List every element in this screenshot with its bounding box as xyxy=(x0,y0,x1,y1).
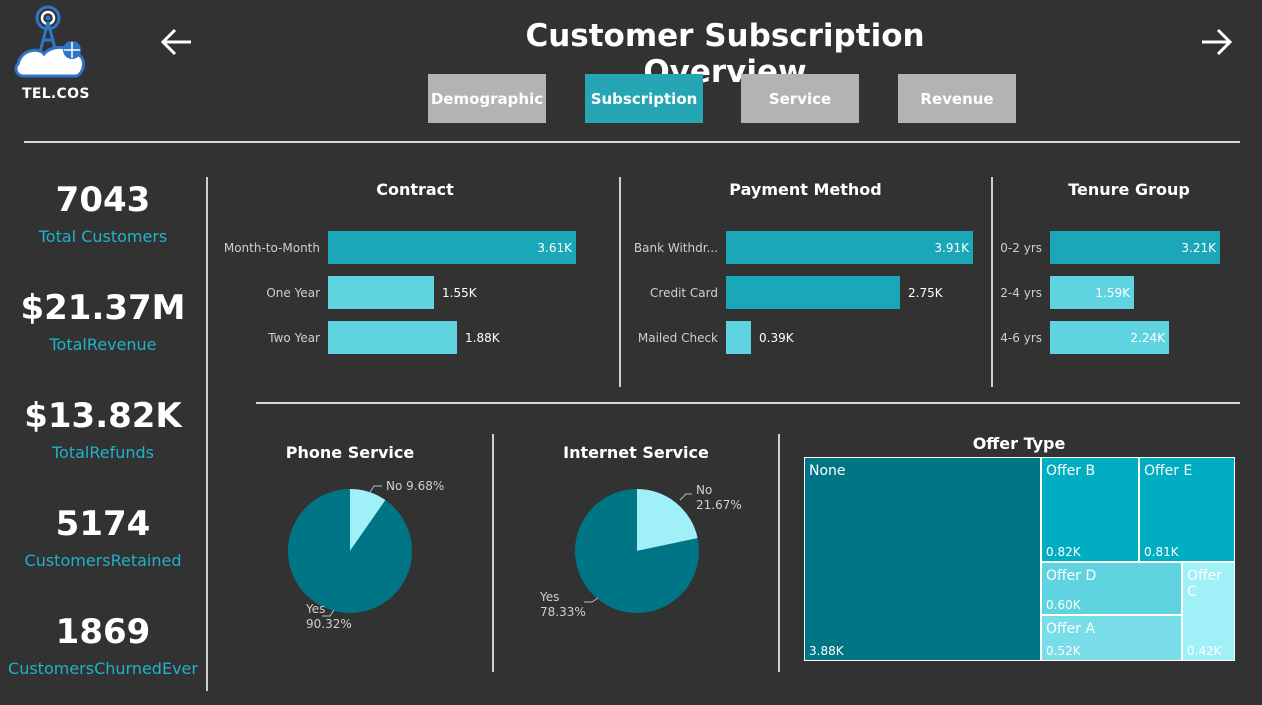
offer-type-tile-label: Offer B xyxy=(1046,463,1096,479)
brand-name: TEL.COS xyxy=(22,86,90,102)
phone-service-slice-label: Yes xyxy=(305,602,325,616)
offer-type-tile-offer-a[interactable]: Offer A 0.52K xyxy=(1041,615,1182,661)
internet-service-leader-line xyxy=(679,493,692,501)
pie-divider-2 xyxy=(778,434,780,672)
offer-type-tile-label: None xyxy=(809,463,846,479)
arrow-right-icon[interactable] xyxy=(1200,27,1234,57)
kpi-total-refunds-value: $13.82K xyxy=(24,396,182,436)
phone-service-leader-line xyxy=(369,485,382,493)
tab-service[interactable]: Service xyxy=(741,74,859,123)
arrow-left-icon[interactable] xyxy=(159,27,193,57)
payment-method-chart-title: Payment Method xyxy=(729,180,882,199)
payment-method-category-label: Credit Card xyxy=(650,286,718,300)
internet-service-leader-line xyxy=(584,597,599,603)
internet-service-pie-chart: No21.67% Yes78.33% xyxy=(539,483,742,619)
payment-method-data-label: 2.75K xyxy=(908,286,943,300)
offer-type-tile-value: 0.42K xyxy=(1187,644,1222,658)
internet-service-slice-label: 78.33% xyxy=(540,605,586,619)
telcos-logo-icon xyxy=(14,5,85,78)
tenure-group-category-label: 0-2 yrs xyxy=(1000,241,1042,255)
contract-category-label: Two Year xyxy=(268,331,320,345)
kpi-customers-retained-label: CustomersRetained xyxy=(24,551,182,570)
internet-service-slice-label: 21.67% xyxy=(696,498,742,512)
tenure-group-category-label: 4-6 yrs xyxy=(1000,331,1042,345)
tenure-group-data-label: 1.59K xyxy=(1095,286,1130,300)
kpi-total-revenue-value: $21.37M xyxy=(20,288,186,328)
contract-data-label: 1.88K xyxy=(465,331,500,345)
kpi-customers-retained-value: 5174 xyxy=(55,504,151,544)
tab-subscription[interactable]: Subscription xyxy=(585,74,703,123)
internet-service-slice-label: Yes xyxy=(539,590,559,604)
internet-service-slice-label: No xyxy=(696,483,712,497)
contract-bar-two-year[interactable] xyxy=(328,321,457,354)
tab-revenue[interactable]: Revenue xyxy=(898,74,1016,123)
tenure-group-category-label: 2-4 yrs xyxy=(1000,286,1042,300)
offer-type-tile-label: Offer E xyxy=(1144,463,1193,479)
payment-method-bar-mailed-check[interactable] xyxy=(726,321,751,354)
kpi-customers-churned-label: CustomersChurnedEver xyxy=(8,659,198,678)
tenure-group-data-label: 2.24K xyxy=(1130,331,1165,345)
pie-divider-1 xyxy=(492,434,494,672)
offer-type-tile-value: 0.60K xyxy=(1046,598,1081,612)
offer-type-tile-value: 0.52K xyxy=(1046,644,1081,658)
payment-method-data-label: 3.91K xyxy=(934,241,969,255)
offer-type-tile-offer-d[interactable]: Offer D 0.60K xyxy=(1041,562,1182,615)
chart-divider-2 xyxy=(991,177,993,387)
offer-type-tile-label: Offer A xyxy=(1046,621,1096,637)
kpi-total-refunds-label: TotalRefunds xyxy=(51,443,154,462)
contract-bar-chart: Contract Month-to-Month 3.61K One Year 1.55… xyxy=(220,180,610,380)
contract-category-label: One Year xyxy=(266,286,320,300)
contract-data-label: 3.61K xyxy=(537,241,572,255)
internet-service-chart-title: Internet Service xyxy=(563,443,709,462)
offer-type-tile-offer-b[interactable]: Offer B 0.82K xyxy=(1041,457,1139,562)
phone-service-pie-chart: No 9.68% Yes90.32% xyxy=(288,479,444,631)
tenure-group-chart-title: Tenure Group xyxy=(1068,180,1190,199)
offer-type-tile-label: Offer C xyxy=(1187,568,1223,600)
payment-method-data-label: 0.39K xyxy=(759,331,794,345)
kpi-customers-churned-value: 1869 xyxy=(55,612,151,652)
contract-data-label: 1.55K xyxy=(442,286,477,300)
phone-service-slice-yes[interactable] xyxy=(288,489,412,613)
offer-type-treemap: None 3.88K Offer B 0.82K Offer E 0.81K Offer D… xyxy=(804,457,1235,661)
payment-method-category-label: Mailed Check xyxy=(637,331,718,345)
offer-type-tile-offer-e[interactable]: Offer E 0.81K xyxy=(1139,457,1235,562)
offer-type-tile-value: 0.81K xyxy=(1144,545,1179,559)
phone-service-chart-title: Phone Service xyxy=(285,443,415,462)
offer-type-tile-value: 3.88K xyxy=(809,644,844,658)
chart-divider-1 xyxy=(619,177,621,387)
section-divider xyxy=(256,402,1240,404)
phone-service-slice-label: 90.32% xyxy=(306,617,352,631)
kpi-total-customers-label: Total Customers xyxy=(38,227,168,246)
offer-type-tile-none[interactable]: None 3.88K xyxy=(804,457,1041,661)
kpi-total-revenue-label: TotalRevenue xyxy=(49,335,157,354)
offer-type-chart-title: Offer Type xyxy=(972,434,1066,453)
contract-category-label: Month-to-Month xyxy=(223,241,320,255)
tenure-group-bar-chart: Tenure Group 0-2 yrs 3.21K 2-4 yrs 1.59K 4-6… xyxy=(998,180,1238,380)
kpi-total-customers-value: 7043 xyxy=(55,180,151,220)
tab-demographic[interactable]: Demographic xyxy=(428,74,546,123)
offer-type-tile-value: 0.82K xyxy=(1046,545,1081,559)
contract-chart-title: Contract xyxy=(376,180,454,199)
payment-method-bar-credit-card[interactable] xyxy=(726,276,900,309)
contract-bar-one-year[interactable] xyxy=(328,276,434,309)
header-divider xyxy=(24,141,1240,143)
offer-type-tile-label: Offer D xyxy=(1046,568,1097,584)
kpi-divider xyxy=(206,177,208,691)
payment-method-category-label: Bank Withdr... xyxy=(633,241,718,255)
offer-type-tile-offer-c[interactable]: Offer C 0.42K xyxy=(1182,562,1235,661)
phone-service-slice-label: No 9.68% xyxy=(386,479,444,493)
payment-method-bar-chart: Payment Method Bank Withdr... 3.91K Credit… xyxy=(628,180,983,380)
tenure-group-data-label: 3.21K xyxy=(1181,241,1216,255)
